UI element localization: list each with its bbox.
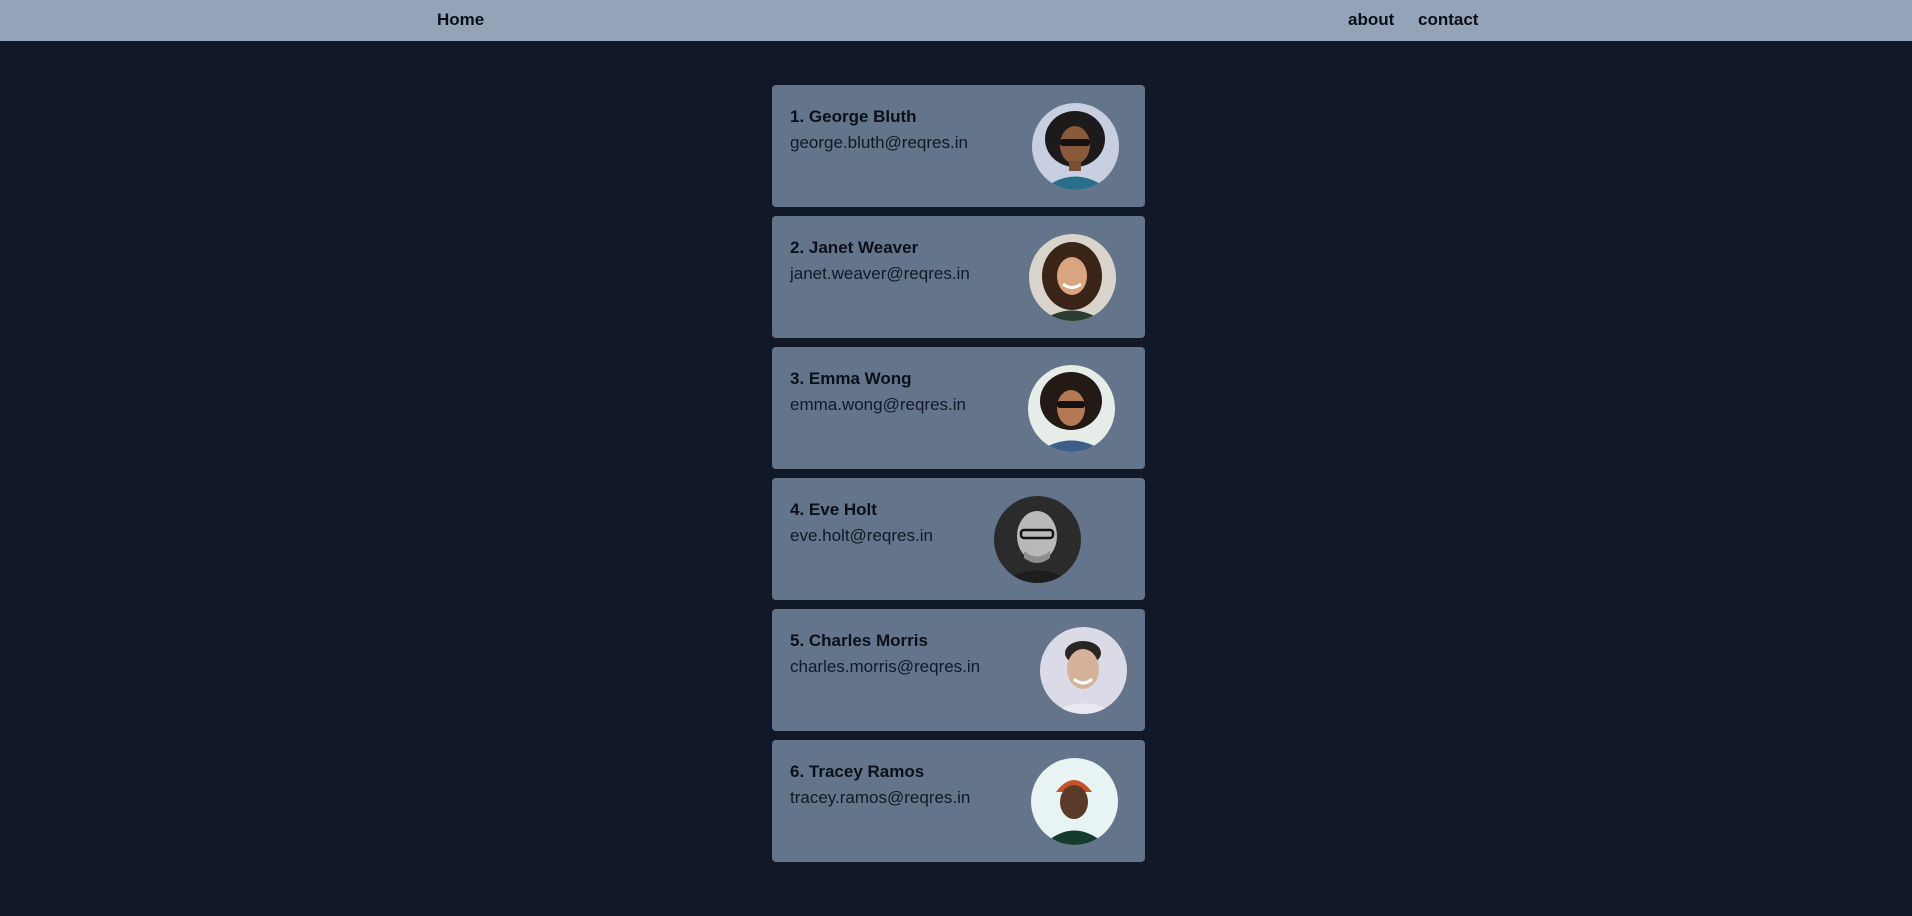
user-avatar [994, 496, 1081, 583]
user-email: george.bluth@reqres.in [790, 133, 968, 152]
user-email: tracey.ramos@reqres.in [790, 788, 971, 807]
nav-about-link[interactable]: about [1348, 10, 1394, 30]
user-email: charles.morris@reqres.in [790, 657, 981, 676]
top-navbar: Home about contact [0, 0, 1912, 41]
user-name: 2. Janet Weaver [790, 238, 919, 257]
user-avatar [1032, 103, 1119, 190]
user-card[interactable]: 1. George Bluth george.bluth@reqres.in [772, 85, 1145, 207]
user-name: 3. Emma Wong [790, 369, 912, 388]
user-avatar [1040, 627, 1127, 714]
user-email: emma.wong@reqres.in [790, 395, 966, 414]
user-list: 1. George Bluth george.bluth@reqres.in 2… [772, 85, 1145, 871]
user-avatar [1031, 758, 1118, 845]
user-avatar [1028, 365, 1115, 452]
nav-contact-link[interactable]: contact [1418, 10, 1478, 30]
user-card[interactable]: 6. Tracey Ramos tracey.ramos@reqres.in [772, 740, 1145, 862]
nav-home-link[interactable]: Home [437, 10, 484, 30]
user-card[interactable]: 5. Charles Morris charles.morris@reqres.… [772, 609, 1145, 731]
user-card[interactable]: 2. Janet Weaver janet.weaver@reqres.in [772, 216, 1145, 338]
user-email: eve.holt@reqres.in [790, 526, 933, 545]
user-avatar [1029, 234, 1116, 321]
user-card[interactable]: 4. Eve Holt eve.holt@reqres.in [772, 478, 1145, 600]
user-name: 6. Tracey Ramos [790, 762, 925, 781]
user-email: janet.weaver@reqres.in [790, 264, 970, 283]
user-card[interactable]: 3. Emma Wong emma.wong@reqres.in [772, 347, 1145, 469]
user-name: 1. George Bluth [790, 107, 917, 126]
user-name: 4. Eve Holt [790, 500, 877, 519]
user-name: 5. Charles Morris [790, 631, 928, 650]
